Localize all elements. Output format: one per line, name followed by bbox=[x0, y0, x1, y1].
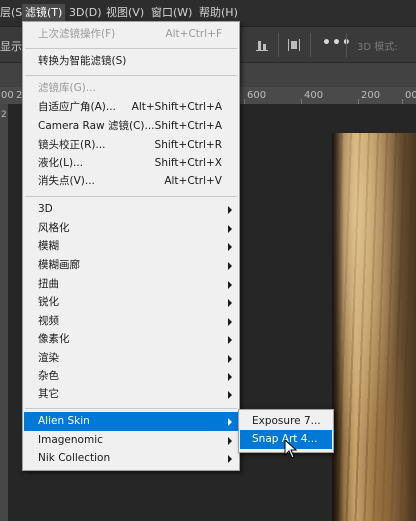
submenu-arrow-icon bbox=[228, 355, 232, 363]
show-label: 显示 bbox=[0, 40, 22, 53]
menu-item-vanishing-point[interactable]: 消失点(V)... Alt+Ctrl+V bbox=[24, 172, 238, 191]
align-bottom-icon[interactable] bbox=[255, 38, 269, 52]
menu-item-camera-raw[interactable]: Camera Raw 滤镜(C)... Shift+Ctrl+A bbox=[24, 117, 238, 136]
menu-item-video[interactable]: 视频 bbox=[24, 312, 238, 331]
submenu-item-exposure[interactable]: Exposure 7... bbox=[240, 412, 332, 431]
document-image[interactable] bbox=[332, 133, 416, 521]
menu-item-stylize[interactable]: 风格化 bbox=[24, 219, 238, 238]
menu-item-alien-skin[interactable]: Alien Skin bbox=[24, 412, 238, 431]
submenu-arrow-icon bbox=[228, 391, 232, 399]
options-separator bbox=[346, 33, 347, 57]
menu-item-blur[interactable]: 模糊 bbox=[24, 237, 238, 256]
menu-item-3d[interactable]: 3D bbox=[24, 200, 238, 219]
menu-separator bbox=[25, 48, 237, 49]
menu-item-adaptive-wide-angle[interactable]: 自适应广角(A)... Alt+Shift+Ctrl+A bbox=[24, 98, 238, 117]
options-separator bbox=[278, 33, 279, 57]
submenu-arrow-icon bbox=[228, 418, 232, 426]
submenu-arrow-icon bbox=[228, 225, 232, 233]
menu-separator bbox=[25, 196, 237, 197]
menu-filter[interactable]: 滤镜(T) bbox=[22, 4, 66, 22]
menu-item-last-filter: 上次滤镜操作(F) Alt+Ctrl+F bbox=[38, 28, 222, 40]
menu-item-filter-gallery: 滤镜库(G)... bbox=[38, 82, 96, 94]
ruler-label: 200 bbox=[361, 90, 381, 101]
distribute-icon[interactable] bbox=[287, 38, 301, 52]
submenu-arrow-icon bbox=[228, 373, 232, 381]
menu-item-distort[interactable]: 扭曲 bbox=[24, 275, 238, 294]
submenu-arrow-icon bbox=[228, 281, 232, 289]
more-options-icon[interactable]: ••• bbox=[322, 35, 352, 51]
menu-item-noise[interactable]: 杂色 bbox=[24, 367, 238, 386]
submenu-arrow-icon bbox=[228, 437, 232, 445]
submenu-arrow-icon bbox=[228, 243, 232, 251]
submenu-arrow-icon bbox=[228, 455, 232, 463]
ruler-label: 00 bbox=[1, 90, 14, 101]
menu-separator bbox=[25, 75, 237, 76]
menu-item-render[interactable]: 渲染 bbox=[24, 349, 238, 368]
menu-item-imagenomic[interactable]: Imagenomic bbox=[24, 431, 238, 450]
ruler-label: 2 bbox=[1, 110, 7, 120]
ruler-label: 600 bbox=[247, 90, 267, 101]
filter-menu: 上次滤镜操作(F) Alt+Ctrl+F 转换为智能滤镜(S) 滤镜库(G)..… bbox=[22, 21, 240, 471]
submenu-arrow-icon bbox=[228, 336, 232, 344]
3d-mode-label: 3D 模式: bbox=[357, 42, 398, 53]
menu-item-pixelate[interactable]: 像素化 bbox=[24, 330, 238, 349]
menu-item-other[interactable]: 其它 bbox=[24, 385, 238, 404]
mouse-cursor-icon bbox=[284, 439, 298, 459]
submenu-arrow-icon bbox=[228, 318, 232, 326]
menu-help[interactable]: 帮助(H) bbox=[196, 4, 241, 22]
submenu-arrow-icon bbox=[228, 299, 232, 307]
menu-window[interactable]: 窗口(W) bbox=[148, 4, 195, 22]
options-separator bbox=[310, 33, 311, 57]
menu-item-convert-smart-filter[interactable]: 转换为智能滤镜(S) bbox=[24, 52, 238, 71]
menu-3d[interactable]: 3D(D) bbox=[66, 4, 105, 22]
vertical-ruler: 2 bbox=[0, 104, 8, 521]
menu-item-sharpen[interactable]: 锐化 bbox=[24, 293, 238, 312]
menu-item-nik-collection[interactable]: Nik Collection bbox=[24, 449, 238, 468]
submenu-arrow-icon bbox=[228, 206, 232, 214]
menu-item-lens-correction[interactable]: 镜头校正(R)... Shift+Ctrl+R bbox=[24, 136, 238, 155]
submenu-arrow-icon bbox=[228, 262, 232, 270]
image-edge-shadow bbox=[332, 133, 344, 521]
menu-item-blur-gallery[interactable]: 模糊画廊 bbox=[24, 256, 238, 275]
ruler-label: 400 bbox=[304, 90, 324, 101]
menu-separator bbox=[25, 408, 237, 409]
menu-item-liquify[interactable]: 液化(L)... Shift+Ctrl+X bbox=[24, 154, 238, 173]
menu-view[interactable]: 视图(V) bbox=[103, 4, 147, 22]
ruler-label: 00 bbox=[405, 90, 416, 101]
